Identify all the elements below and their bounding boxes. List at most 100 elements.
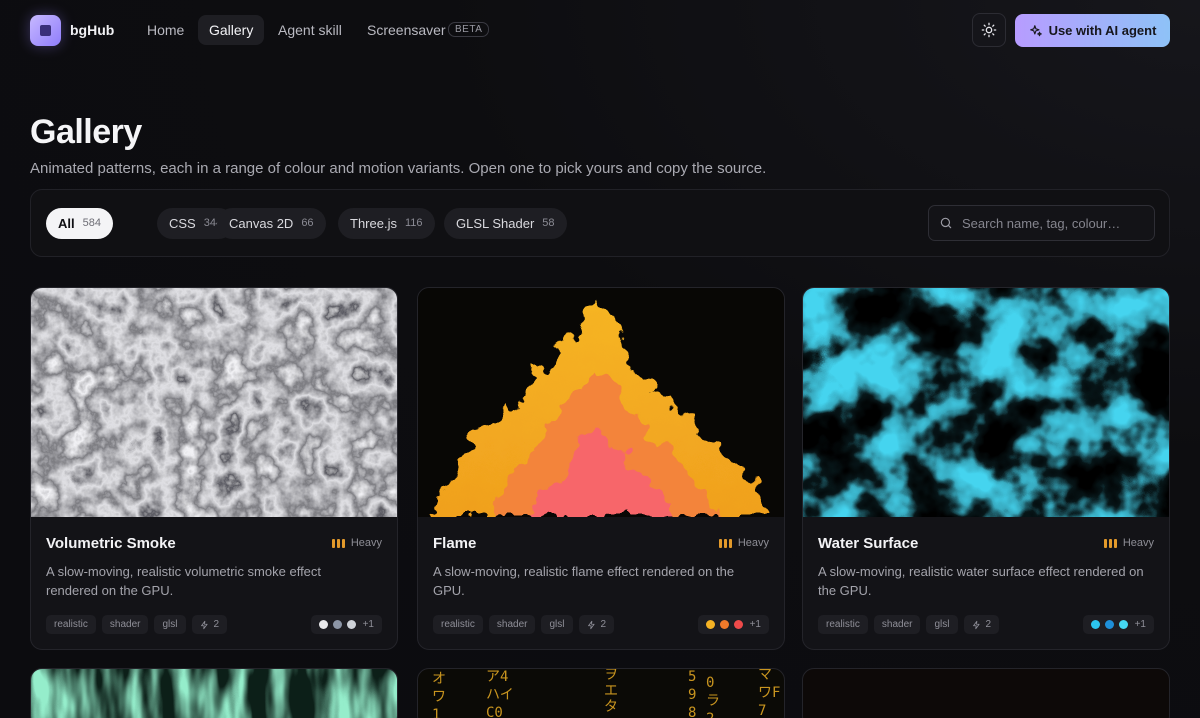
filter-threejs[interactable]: Three.js 116 — [338, 208, 435, 239]
filter-count: 66 — [301, 217, 314, 229]
card-water-surface[interactable]: Water Surface Heavy A slow-moving, reali… — [802, 287, 1170, 650]
search-box[interactable] — [928, 205, 1155, 241]
filter-count: 584 — [82, 217, 101, 229]
tag[interactable]: shader — [101, 615, 149, 634]
filter-canvas-2d[interactable]: Canvas 2D 66 — [217, 208, 326, 239]
matrix-glyph: ヲ — [604, 669, 618, 683]
matrix-glyph: 2 — [706, 711, 714, 718]
swatch-dot[interactable] — [332, 620, 342, 629]
nav-agent-skill[interactable]: Agent skill — [267, 15, 353, 45]
performance-bars-icon — [1103, 538, 1117, 548]
color-swatches[interactable]: +1 — [1082, 615, 1154, 634]
variants-label: 2 — [213, 619, 220, 630]
tag-list: realistic shader glsl 2 — [46, 615, 228, 634]
card-preview — [803, 288, 1169, 517]
nav-home[interactable]: Home — [136, 15, 195, 45]
performance-label: Heavy — [737, 537, 769, 549]
smoke-preview-image — [31, 288, 397, 517]
swatch-dot[interactable] — [1104, 620, 1114, 629]
variants-label: 2 — [985, 619, 992, 630]
swatch-dot[interactable] — [733, 620, 743, 629]
card-description: A slow-moving, realistic water surface e… — [818, 564, 1144, 598]
filter-label: GLSL Shader — [456, 216, 535, 231]
use-with-ai-agent-button[interactable]: Use with AI agent — [1015, 14, 1170, 47]
top-nav: bgHub Home Gallery Agent skill Screensav… — [0, 0, 1200, 60]
variants-count: 2 — [963, 615, 1000, 634]
tag[interactable]: glsl — [926, 615, 958, 634]
swatch-dot[interactable] — [346, 620, 356, 629]
more-swatches: +1 — [1134, 619, 1146, 630]
swatch-dot[interactable] — [1118, 620, 1128, 629]
matrix-preview-image: オ ワ 1 ア4 ハイ C0 ヲ エ タ 5 9 8 0 ラ 2 マ ワF 7 — [432, 669, 780, 718]
swatch-dot[interactable] — [318, 620, 328, 629]
water-preview-image — [803, 288, 1169, 517]
tag[interactable]: shader — [488, 615, 536, 634]
tag-list: realistic shader glsl 2 — [818, 615, 1000, 634]
tag[interactable]: realistic — [433, 615, 483, 634]
filter-label: All — [58, 216, 75, 231]
theme-toggle-button[interactable] — [972, 13, 1006, 47]
sparkle-icon — [1029, 24, 1042, 36]
matrix-glyph: ワF — [758, 685, 780, 701]
matrix-glyph: ハイ — [486, 687, 514, 703]
filter-glsl-shader[interactable]: GLSL Shader 58 — [444, 208, 567, 239]
tag[interactable]: glsl — [154, 615, 186, 634]
performance-bars-icon — [331, 538, 345, 548]
card-title: Flame — [433, 535, 477, 552]
matrix-glyph: 1 — [432, 707, 440, 718]
variants-label: 2 — [600, 619, 607, 630]
bolt-icon — [200, 620, 208, 629]
nav-gallery[interactable]: Gallery — [198, 15, 265, 45]
matrix-glyph: オ — [432, 671, 446, 687]
tag[interactable]: glsl — [541, 615, 573, 634]
tag[interactable]: realistic — [46, 615, 96, 634]
tag[interactable]: shader — [873, 615, 921, 634]
performance-badge: Heavy — [1103, 537, 1154, 549]
card-description: A slow-moving, realistic volumetric smok… — [46, 564, 322, 598]
tag[interactable]: realistic — [818, 615, 868, 634]
color-swatches[interactable]: +1 — [697, 615, 769, 634]
card-aurora-partial[interactable] — [30, 668, 398, 718]
matrix-glyph: 8 — [688, 705, 696, 718]
matrix-glyph: ラ — [706, 693, 720, 709]
filter-bar: All 584 CSS 344 Canvas 2D 66 Three.js 11… — [30, 189, 1170, 257]
color-swatches[interactable]: +1 — [310, 615, 382, 634]
more-swatches: +1 — [749, 619, 761, 630]
filter-count: 58 — [542, 217, 555, 229]
green-preview-image — [31, 669, 397, 718]
matrix-glyph: マ — [758, 669, 772, 683]
card-dark-partial[interactable] — [802, 668, 1170, 718]
filter-label: Canvas 2D — [229, 216, 294, 231]
tag-list: realistic shader glsl 2 — [433, 615, 615, 634]
card-volumetric-smoke[interactable]: Volumetric Smoke Heavy A slow-moving, re… — [30, 287, 398, 650]
matrix-glyph: C0 — [486, 705, 503, 718]
bolt-icon — [972, 620, 980, 629]
flame-preview-image — [418, 288, 784, 517]
search-input[interactable] — [962, 215, 1142, 231]
ai-button-label: Use with AI agent — [1048, 23, 1157, 38]
card-description: A slow-moving, realistic flame effect re… — [433, 564, 735, 598]
card-flame[interactable]: Flame Heavy A slow-moving, realistic fla… — [417, 287, 785, 650]
performance-label: Heavy — [1122, 537, 1154, 549]
logo-icon[interactable] — [30, 15, 61, 46]
matrix-glyph: エ — [604, 683, 618, 699]
page-title: Gallery — [30, 113, 142, 151]
card-matrix-partial[interactable]: オ ワ 1 ア4 ハイ C0 ヲ エ タ 5 9 8 0 ラ 2 マ ワF 7 — [417, 668, 785, 718]
card-preview — [418, 288, 784, 517]
performance-badge: Heavy — [331, 537, 382, 549]
filter-count: 116 — [404, 217, 423, 229]
more-swatches: +1 — [362, 619, 374, 630]
brand-name[interactable]: bgHub — [70, 22, 114, 38]
search-icon — [940, 217, 952, 229]
swatch-dot[interactable] — [705, 620, 715, 629]
nav-screensaver[interactable]: Screensaver — [356, 15, 457, 45]
filter-all[interactable]: All 584 — [46, 208, 113, 239]
card-title: Water Surface — [818, 535, 919, 552]
card-title: Volumetric Smoke — [46, 535, 176, 552]
performance-bars-icon — [718, 538, 732, 548]
beta-badge: BETA — [448, 22, 490, 37]
variants-count: 2 — [578, 615, 615, 634]
swatch-dot[interactable] — [719, 620, 729, 629]
swatch-dot[interactable] — [1090, 620, 1100, 629]
filter-label: Three.js — [350, 216, 397, 231]
